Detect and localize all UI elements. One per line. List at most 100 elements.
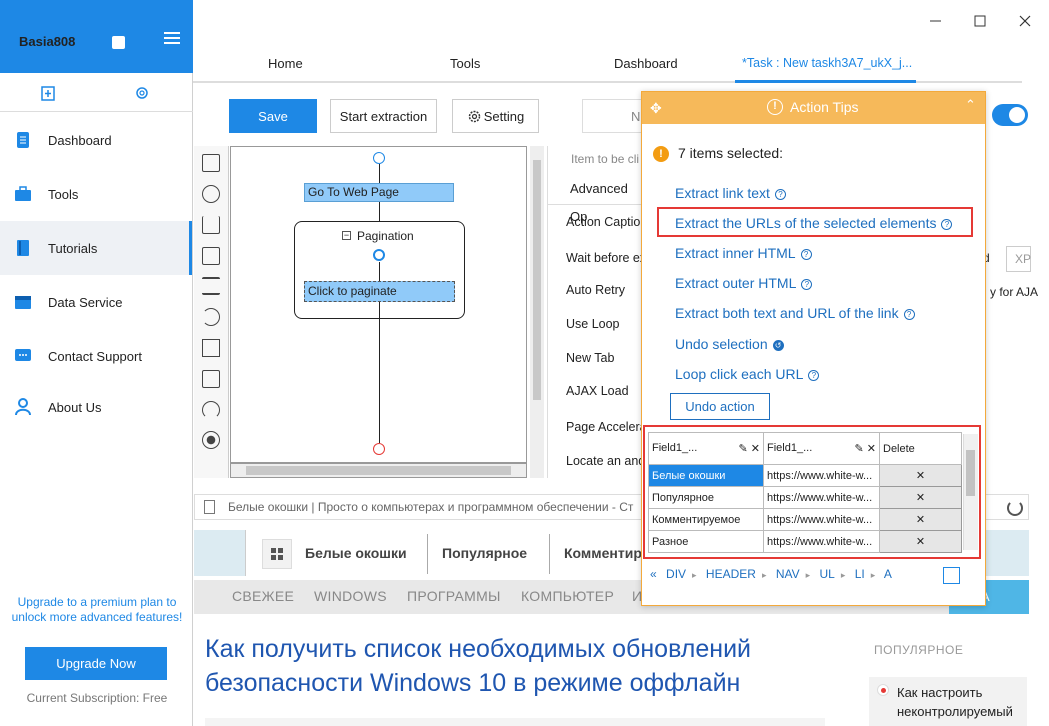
action-undo-selection[interactable]: Undo selection ↺	[675, 336, 784, 352]
delete-row-icon[interactable]: ✕	[879, 530, 962, 553]
edit-icon[interactable]	[202, 247, 220, 265]
tab-task[interactable]: *Task : New taskh3A7_ukX_j...	[742, 56, 912, 70]
toggle-switch[interactable]	[992, 104, 1028, 126]
delete-row-icon[interactable]: ✕	[879, 508, 962, 531]
close-icon[interactable]	[1019, 15, 1031, 27]
action-extract-text-and-url[interactable]: Extract both text and URL of the link?	[675, 305, 915, 321]
maximize-icon[interactable]	[974, 15, 986, 27]
tab-advanced-options[interactable]: Advanced Op	[548, 175, 648, 224]
loop-icon[interactable]	[202, 308, 220, 326]
tab-tools[interactable]: Tools	[450, 56, 480, 71]
breadcrumb-item[interactable]: LI	[855, 567, 865, 581]
undo-icon[interactable]: ↺	[772, 340, 784, 351]
hamburger-menu-icon[interactable]	[164, 32, 180, 44]
workflow-start-icon	[373, 152, 385, 164]
sidebar-item-contact-support[interactable]: Contact Support	[0, 329, 192, 383]
scroll-thumb[interactable]	[246, 466, 511, 475]
start-extraction-button[interactable]: Start extraction	[330, 99, 437, 133]
tab-dashboard[interactable]: Dashboard	[614, 56, 678, 71]
column-header[interactable]: Field1_... ✎ ✕	[648, 432, 764, 465]
action-extract-outer-html[interactable]: Extract outer HTML?	[675, 275, 813, 291]
table-row: Популярное https://www.white-w... ✕	[648, 486, 962, 509]
menu-computer[interactable]: КОМПЬЮТЕР	[521, 588, 614, 604]
refresh-icon[interactable]	[1007, 500, 1023, 516]
action-extract-link-text[interactable]: Extract link text?	[675, 185, 786, 201]
table-cell[interactable]: Белые окошки	[648, 464, 764, 487]
breadcrumb-item[interactable]: HEADER	[706, 567, 756, 581]
add-page-icon[interactable]	[202, 154, 220, 172]
action-loop-click-each-url[interactable]: Loop click each URL?	[675, 366, 820, 382]
popular-item[interactable]: Как настроить неконтролируемый	[869, 677, 1027, 726]
help-icon[interactable]: ?	[808, 370, 820, 381]
table-cell[interactable]: Разное	[648, 530, 764, 553]
settings-gear-icon[interactable]	[134, 85, 150, 101]
help-icon[interactable]: ?	[801, 279, 813, 290]
sidebar-item-dashboard[interactable]: Dashboard	[0, 113, 192, 167]
xpath-input[interactable]: XP	[1006, 246, 1031, 272]
click-to-paginate-step[interactable]: Click to paginate	[304, 281, 455, 302]
menu-windows[interactable]: WINDOWS	[314, 588, 387, 604]
stop-icon[interactable]	[202, 431, 220, 449]
help-icon[interactable]: ?	[800, 249, 812, 260]
collapse-chevron-icon[interactable]: ⌃	[965, 97, 976, 113]
move-handle-icon[interactable]: ✥	[650, 100, 662, 117]
sidebar-item-about-us[interactable]: About Us	[0, 380, 192, 434]
action-extract-inner-html[interactable]: Extract inner HTML?	[675, 245, 812, 261]
breadcrumb-item[interactable]: NAV	[776, 567, 800, 581]
site-nav-popular[interactable]: Популярное	[442, 545, 527, 561]
sidebar-item-tutorials[interactable]: Tutorials	[0, 221, 192, 275]
setting-button[interactable]: Setting	[452, 99, 539, 133]
subscription-status: Current Subscription: Free	[26, 691, 168, 705]
table-cell[interactable]: https://www.white-w...	[763, 486, 880, 509]
action-label: Extract link text	[675, 185, 770, 201]
clipboard-icon[interactable]	[41, 85, 55, 101]
table-cell[interactable]: https://www.white-w...	[763, 464, 880, 487]
option-wait-before: Wait before ex	[566, 251, 647, 265]
help-icon[interactable]: ?	[903, 309, 915, 320]
tab-home[interactable]: Home	[268, 56, 303, 71]
edit-delete-icons[interactable]: ✎ ✕	[855, 442, 877, 455]
breadcrumb-item[interactable]: A	[884, 567, 892, 581]
article-headline[interactable]: Как получить список необходимых обновлен…	[205, 632, 825, 700]
open-external-icon[interactable]	[943, 567, 960, 584]
record-icon	[877, 684, 889, 696]
menu-programs[interactable]: ПРОГРАММЫ	[407, 588, 501, 604]
next-button-partial[interactable]: N	[582, 99, 644, 133]
table-cell[interactable]: Комментируемое	[648, 508, 764, 531]
sidebar-item-label: Tools	[48, 186, 79, 202]
undo-action-button[interactable]: Undo action	[670, 393, 770, 420]
delete-row-icon[interactable]: ✕	[879, 486, 962, 509]
sidebar-item-tools[interactable]: Tools	[0, 167, 192, 221]
export-icon[interactable]	[202, 216, 220, 234]
refresh-icon[interactable]	[202, 401, 220, 419]
sidebar-item-data-service[interactable]: Data Service	[0, 275, 192, 329]
edit-delete-icons[interactable]: ✎ ✕	[739, 442, 761, 455]
table-cell[interactable]: Популярное	[648, 486, 764, 509]
save-button[interactable]: Save	[229, 99, 317, 133]
delete-row-icon[interactable]: ✕	[879, 464, 962, 487]
account-badge-icon[interactable]	[112, 36, 125, 49]
list-icon[interactable]	[202, 277, 220, 295]
windows-logo-icon[interactable]	[262, 539, 292, 569]
select-cursor-icon[interactable]	[202, 370, 220, 388]
hierarchy-icon[interactable]	[202, 339, 220, 357]
breadcrumb-back[interactable]: «	[650, 567, 657, 581]
column-header[interactable]: Field1_... ✎ ✕	[763, 432, 880, 465]
table-cell[interactable]: https://www.white-w...	[763, 530, 880, 553]
help-icon[interactable]: ?	[774, 189, 786, 200]
menu-fresh[interactable]: СВЕЖЕЕ	[232, 588, 294, 604]
site-nav-home[interactable]: Белые окошки	[305, 545, 407, 561]
tools-icon	[15, 186, 31, 201]
scroll-thumb[interactable]	[533, 160, 541, 400]
go-to-web-page-step[interactable]: Go To Web Page	[304, 183, 454, 202]
table-cell[interactable]: https://www.white-w...	[763, 508, 880, 531]
divider	[549, 534, 550, 574]
upgrade-now-button[interactable]: Upgrade Now	[25, 647, 167, 680]
collapse-icon[interactable]: −	[342, 231, 351, 240]
site-nav-comments[interactable]: Комментир	[564, 545, 642, 561]
breadcrumb-item[interactable]: UL	[819, 567, 834, 581]
breadcrumb-item[interactable]: DIV	[666, 567, 686, 581]
mouse-icon[interactable]	[202, 185, 220, 203]
scroll-thumb[interactable]	[966, 450, 975, 496]
windows-icon	[271, 548, 283, 560]
